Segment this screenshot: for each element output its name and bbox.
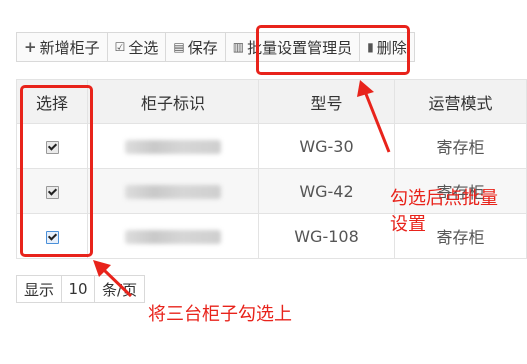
arrow-to-checkboxes [102, 268, 133, 298]
batch-note-line2: 设置 [390, 214, 426, 235]
select-note: 将三台柜子勾选上 [148, 304, 292, 325]
batch-note-line1: 勾选后点批量 [390, 188, 498, 209]
arrow-to-batch-button [364, 93, 391, 153]
batch-note: 勾选后点批量 设置 [390, 186, 498, 238]
arrow-head-batch [357, 80, 374, 97]
